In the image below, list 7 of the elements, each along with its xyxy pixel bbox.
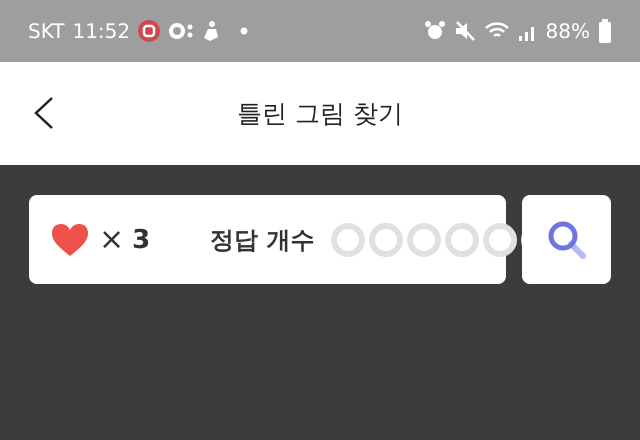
multiply-sign: × (99, 222, 124, 257)
carrier: SKT (28, 19, 64, 43)
battery-percent: 88% (546, 19, 590, 43)
answers-label: 정답 개수 (210, 224, 315, 256)
lives-count: 3 (132, 224, 150, 254)
clock: 11:52 (72, 19, 130, 43)
header-title: 틀린 그림 찾기 (237, 98, 403, 130)
